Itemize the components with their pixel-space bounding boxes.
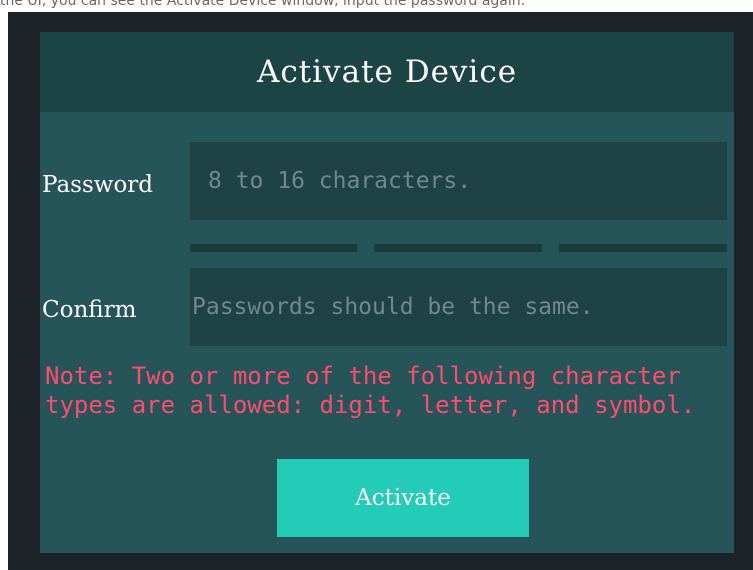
- confirm-password-input[interactable]: [190, 268, 727, 346]
- activate-button[interactable]: Activate: [277, 459, 529, 537]
- background-caption: the UI, you can see the Activate Device …: [0, 0, 526, 8]
- dialog-title: Activate Device: [256, 54, 518, 90]
- password-input[interactable]: [190, 142, 727, 220]
- strength-segment-medium: [374, 244, 542, 252]
- background-caption-strip: the UI, you can see the Activate Device …: [0, 0, 753, 12]
- password-rule-note: Note: Two or more of the following chara…: [45, 362, 696, 419]
- strength-segment-strong: [559, 244, 727, 252]
- password-strength-meter: [190, 244, 727, 252]
- strength-segment-weak: [190, 244, 357, 252]
- dialog-header: Activate Device: [40, 32, 734, 112]
- activate-device-dialog: Activate Device Password Confirm Note: T…: [40, 32, 734, 553]
- password-label: Password: [42, 172, 154, 198]
- confirm-label: Confirm: [42, 297, 137, 323]
